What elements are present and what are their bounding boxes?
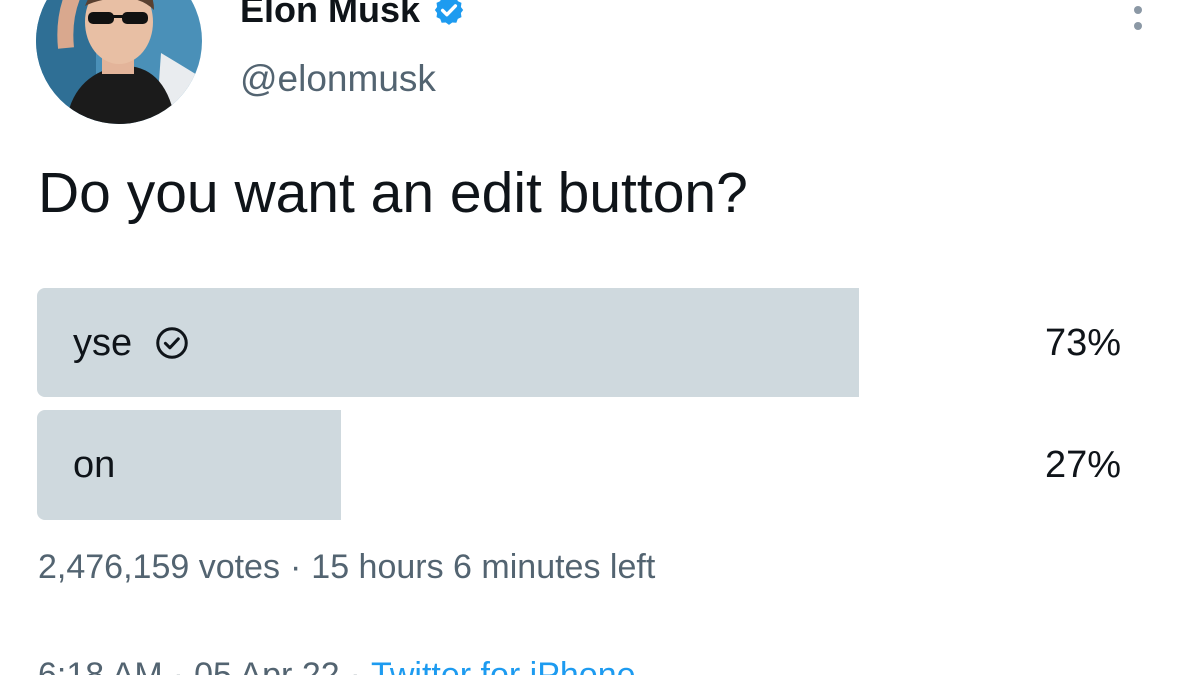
tweet-text: Do you want an edit button?: [38, 161, 748, 225]
poll-time-left: 15 hours 6 minutes left: [311, 548, 656, 586]
verified-badge-icon: [432, 0, 466, 27]
separator-dot: ·: [349, 656, 361, 675]
poll-option-label: on: [73, 443, 116, 486]
more-vertical-icon[interactable]: [1126, 4, 1150, 34]
tweet-timestamp-row: 6:18 AM · 05 Apr 22 · Twitter for iPhone: [38, 656, 636, 675]
poll-option-on[interactable]: on 27%: [37, 410, 1127, 520]
tweet-date[interactable]: 05 Apr 22: [194, 656, 340, 675]
poll-option-percent: 73%: [1044, 321, 1121, 364]
author-handle[interactable]: @elonmusk: [240, 58, 436, 100]
poll-vote-count: 2,476,159 votes: [38, 548, 280, 586]
poll-meta: 2,476,159 votes · 15 hours 6 minutes left: [38, 548, 655, 587]
avatar[interactable]: [36, 0, 202, 124]
author-name-row[interactable]: Elon Musk: [240, 0, 466, 34]
tweet-time[interactable]: 6:18 AM: [38, 656, 163, 675]
poll-option-percent: 27%: [1044, 443, 1121, 486]
tweet-source-link[interactable]: Twitter for iPhone: [371, 656, 636, 675]
separator-dot: ·: [289, 548, 302, 586]
poll-option-label-row: on: [73, 410, 115, 520]
separator-dot: ·: [172, 656, 185, 675]
author-display-name[interactable]: Elon Musk: [240, 0, 420, 31]
check-circle-icon: [154, 325, 190, 361]
poll-option-label: yse: [73, 321, 133, 364]
poll-option-label-row: yse: [73, 288, 190, 398]
poll-option-yse[interactable]: yse 73%: [37, 288, 1127, 398]
avatar-photo: [36, 0, 202, 124]
